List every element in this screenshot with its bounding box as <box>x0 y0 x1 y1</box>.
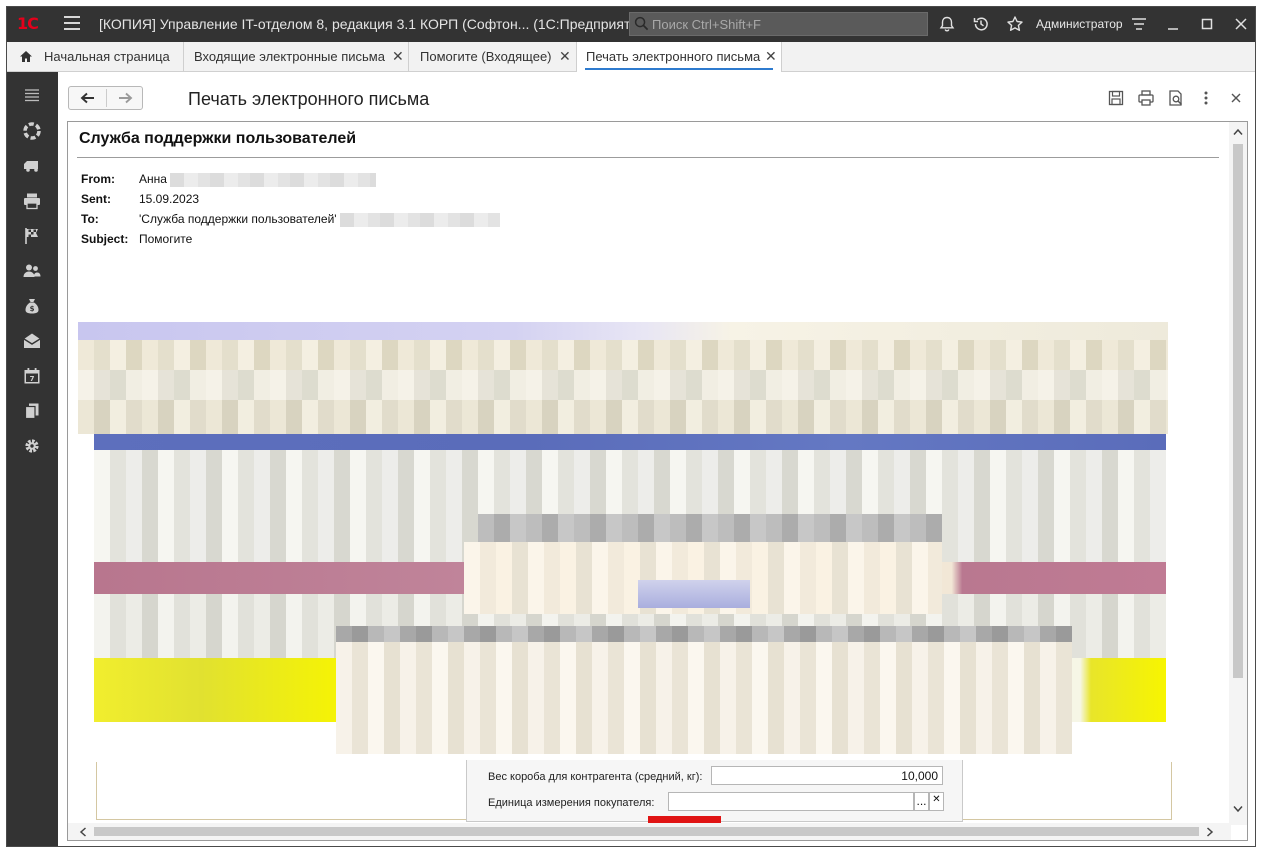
tab-close-icon[interactable]: ✕ <box>392 48 404 65</box>
mail-icon[interactable] <box>22 331 42 351</box>
svg-text:7: 7 <box>30 375 35 383</box>
scroll-right-icon[interactable] <box>1206 827 1214 837</box>
to-label: To: <box>81 212 99 226</box>
email-document-viewer[interactable]: Служба поддержки пользователей From: Анна… <box>67 121 1248 841</box>
vertical-scroll-thumb[interactable] <box>1233 144 1243 678</box>
maximize-icon[interactable] <box>1198 15 1216 33</box>
sections-sidebar: $ 7 <box>7 72 58 846</box>
current-user[interactable]: Администратор <box>1036 17 1123 31</box>
tab-incoming-mail[interactable]: Входящие электронные письма ✕ <box>184 42 409 72</box>
tab-bar: Начальная страница Входящие электронные … <box>7 42 1255 72</box>
tab-close-icon[interactable]: ✕ <box>765 48 777 65</box>
navigation-buttons <box>68 86 143 110</box>
arrow-right-icon <box>119 92 133 104</box>
tab-label: Начальная страница <box>44 49 170 64</box>
email-subject-row: Subject: Помогите <box>81 232 192 246</box>
from-value: Анна <box>139 172 167 186</box>
save-icon[interactable] <box>1107 89 1125 107</box>
tab-help-incoming[interactable]: Помогите (Входящее) ✕ <box>409 42 577 72</box>
bell-icon[interactable] <box>938 15 956 33</box>
horizontal-scrollbar[interactable] <box>68 823 1231 840</box>
close-form-icon[interactable] <box>1227 89 1245 107</box>
to-value: 'Служба поддержки пользователей' <box>139 212 337 226</box>
vertical-scrollbar[interactable] <box>1229 122 1247 825</box>
tab-label: Печать электронного письма <box>586 49 761 64</box>
tab-label: Помогите (Входящее) <box>420 49 552 64</box>
subject-label: Subject: <box>81 232 129 246</box>
star-icon[interactable] <box>1006 15 1024 33</box>
email-sent-row: Sent: 15.09.2023 <box>81 192 199 206</box>
email-subject-heading: Служба поддержки пользователей <box>79 130 357 147</box>
truck-icon[interactable] <box>22 156 42 176</box>
email-from-row: From: Анна <box>81 172 377 187</box>
forward-button[interactable] <box>107 87 144 109</box>
scroll-left-icon[interactable] <box>79 827 87 837</box>
embedded-form-panel: Вес короба для контрагента (средний, кг)… <box>466 760 963 822</box>
global-search[interactable] <box>629 12 928 36</box>
history-icon[interactable] <box>972 15 990 33</box>
tab-close-icon[interactable]: ✕ <box>559 48 571 65</box>
home-icon <box>20 51 32 62</box>
clear-button-icon: ✕ <box>929 792 944 811</box>
racing-flag-icon[interactable] <box>22 226 42 246</box>
arrow-left-icon <box>80 92 94 104</box>
print-icon[interactable] <box>1137 89 1155 107</box>
main-menu-icon[interactable] <box>64 16 80 30</box>
active-tab-indicator <box>585 68 773 70</box>
box-weight-label: Вес короба для контрагента (средний, кг)… <box>488 771 703 783</box>
from-label: From: <box>81 172 115 186</box>
scroll-up-icon[interactable] <box>1233 128 1243 136</box>
buyer-unit-label: Единица измерения покупателя: <box>488 797 655 809</box>
tab-print-email[interactable]: Печать электронного письма ✕ <box>577 42 782 72</box>
pick-button-icon: ... <box>914 792 929 811</box>
menu-icon[interactable] <box>22 86 42 106</box>
app-window: 1С [КОПИЯ] Управление IT-отделом 8, реда… <box>6 6 1256 847</box>
settings-icon[interactable] <box>22 436 42 456</box>
users-icon[interactable] <box>22 261 42 281</box>
tab-home[interactable]: Начальная страница <box>7 42 184 72</box>
email-to-row: To: 'Служба поддержки пользователей' <box>81 212 500 227</box>
form-title: Печать электронного письма <box>188 89 430 109</box>
form-area: Печать электронного письма Служба поддер… <box>58 73 1255 846</box>
more-actions-icon[interactable] <box>1197 89 1215 107</box>
horizontal-scroll-thumb[interactable] <box>94 827 1199 836</box>
title-bar: 1С [КОПИЯ] Управление IT-отделом 8, реда… <box>7 7 1255 42</box>
scroll-down-icon[interactable] <box>1233 805 1243 813</box>
subject-value: Помогите <box>139 232 193 246</box>
minimize-icon[interactable] <box>1164 15 1182 33</box>
tab-label: Входящие электронные письма <box>194 49 385 64</box>
redacted-email-address <box>170 172 377 187</box>
support-icon[interactable] <box>22 121 42 141</box>
svg-text:$: $ <box>30 305 35 313</box>
printer-icon[interactable] <box>22 191 42 211</box>
sent-value: 15.09.2023 <box>139 192 200 206</box>
close-window-icon[interactable] <box>1232 15 1250 33</box>
window-title: [КОПИЯ] Управление IT-отделом 8, редакци… <box>99 16 651 32</box>
money-bag-icon[interactable]: $ <box>22 296 42 316</box>
print-preview-icon[interactable] <box>1167 89 1185 107</box>
1c-logo: 1С <box>17 14 39 33</box>
redacted-email-address <box>339 212 500 227</box>
back-button[interactable] <box>69 87 106 109</box>
buyer-unit-field <box>668 792 914 811</box>
search-input[interactable] <box>652 15 922 33</box>
search-icon <box>634 16 649 31</box>
calendar-icon[interactable]: 7 <box>22 366 42 386</box>
settings-list-icon[interactable] <box>1130 15 1148 33</box>
box-weight-field: 10,000 <box>711 766 943 785</box>
heading-divider <box>77 157 1219 158</box>
embedded-screenshot-image <box>78 322 1168 762</box>
documents-icon[interactable] <box>22 401 42 421</box>
sent-label: Sent: <box>81 192 111 206</box>
